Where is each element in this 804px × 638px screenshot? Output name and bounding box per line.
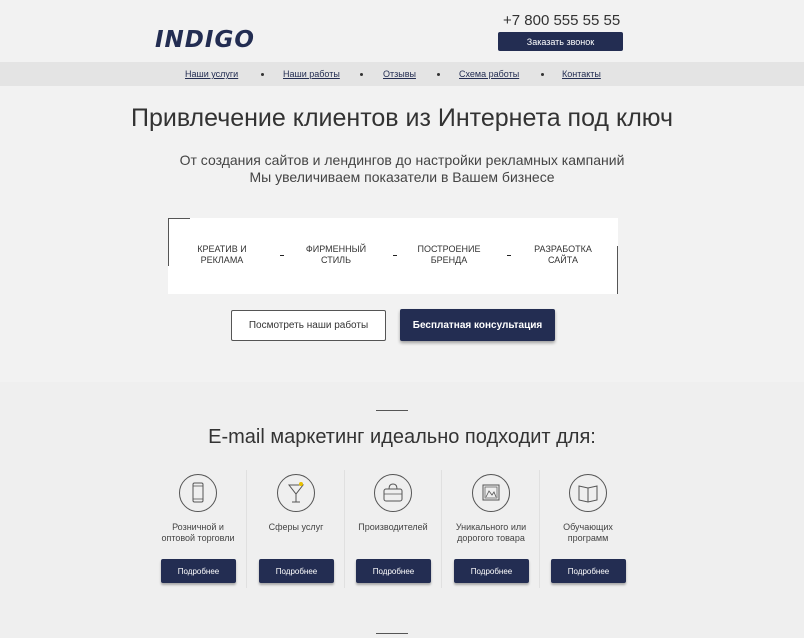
audience-card-services: Сферы услуг Подробнее <box>247 470 345 588</box>
audience-card-education: Обучающих программ Подробнее <box>539 470 637 588</box>
nav-separator <box>360 73 363 76</box>
more-button[interactable]: Подробнее <box>454 559 529 583</box>
hero-subtitle-line1: От создания сайтов и лендингов до настро… <box>179 152 625 168</box>
service-separator <box>507 255 511 256</box>
service-creative: Креатив и реклама <box>197 244 247 265</box>
nav-separator <box>541 73 544 76</box>
hero-title: Привлечение клиентов из Интернета под кл… <box>130 104 674 132</box>
frame-line <box>617 246 618 294</box>
nav-item-scheme[interactable]: Схема работы <box>459 69 519 79</box>
more-button[interactable]: Подробнее <box>259 559 334 583</box>
free-consultation-button[interactable]: Бесплатная консультация <box>400 309 555 341</box>
view-works-button[interactable]: Посмотреть наши работы <box>231 310 386 341</box>
nav-item-contacts[interactable]: Контакты <box>562 69 601 79</box>
service-identity: Фирменный стиль <box>305 244 367 265</box>
audience-card-luxury: Уникального или дорогого товара Подробне… <box>442 470 540 588</box>
book-icon <box>569 474 607 512</box>
phone-number[interactable]: +7 800 555 55 55 <box>503 12 620 29</box>
card-label: Обучающих программ <box>563 522 613 543</box>
nav-item-reviews[interactable]: Отзывы <box>383 69 416 79</box>
services-box: Креатив и реклама Фирменный стиль Постро… <box>168 218 618 294</box>
audience-card-manufacturers: Производителей Подробнее <box>344 470 442 588</box>
section-divider <box>376 410 408 411</box>
card-label: Розничной и оптовой торговли <box>161 522 235 543</box>
card-label: Производителей <box>358 522 428 532</box>
picture-icon <box>472 474 510 512</box>
frame-line <box>168 218 190 219</box>
bag-icon <box>374 474 412 512</box>
more-button[interactable]: Подробнее <box>356 559 431 583</box>
section-title: E-mail маркетинг идеально подходит для: <box>208 426 596 448</box>
nav-item-services[interactable]: Наши услуги <box>185 69 238 79</box>
service-separator <box>280 255 284 256</box>
hero-subtitle: От создания сайтов и лендингов до настро… <box>0 152 804 186</box>
section-divider <box>376 633 408 634</box>
service-website: Разработка сайта <box>534 244 592 265</box>
header: INDIGO +7 800 555 55 55 Заказать звонок <box>0 0 804 62</box>
service-separator <box>393 255 397 256</box>
more-button[interactable]: Подробнее <box>551 559 626 583</box>
main-nav: Наши услуги Наши работы Отзывы Схема раб… <box>0 62 804 86</box>
logo[interactable]: INDIGO <box>155 27 255 53</box>
audience-card-retail: Розничной и оптовой торговли Подробнее <box>149 470 247 588</box>
nav-item-works[interactable]: Наши работы <box>283 69 340 79</box>
phone-icon <box>179 474 217 512</box>
nav-separator <box>261 73 264 76</box>
card-label: Сферы услуг <box>268 522 324 532</box>
hero-subtitle-line2: Мы увеличиваем показатели в Вашем бизнес… <box>249 169 555 185</box>
service-branding: Построение бренда <box>417 244 481 265</box>
more-button[interactable]: Подробнее <box>161 559 236 583</box>
card-label: Уникального или дорогого товара <box>455 522 527 543</box>
call-request-button[interactable]: Заказать звонок <box>498 32 623 51</box>
nav-separator <box>437 73 440 76</box>
cocktail-icon <box>277 474 315 512</box>
frame-line <box>168 218 169 266</box>
